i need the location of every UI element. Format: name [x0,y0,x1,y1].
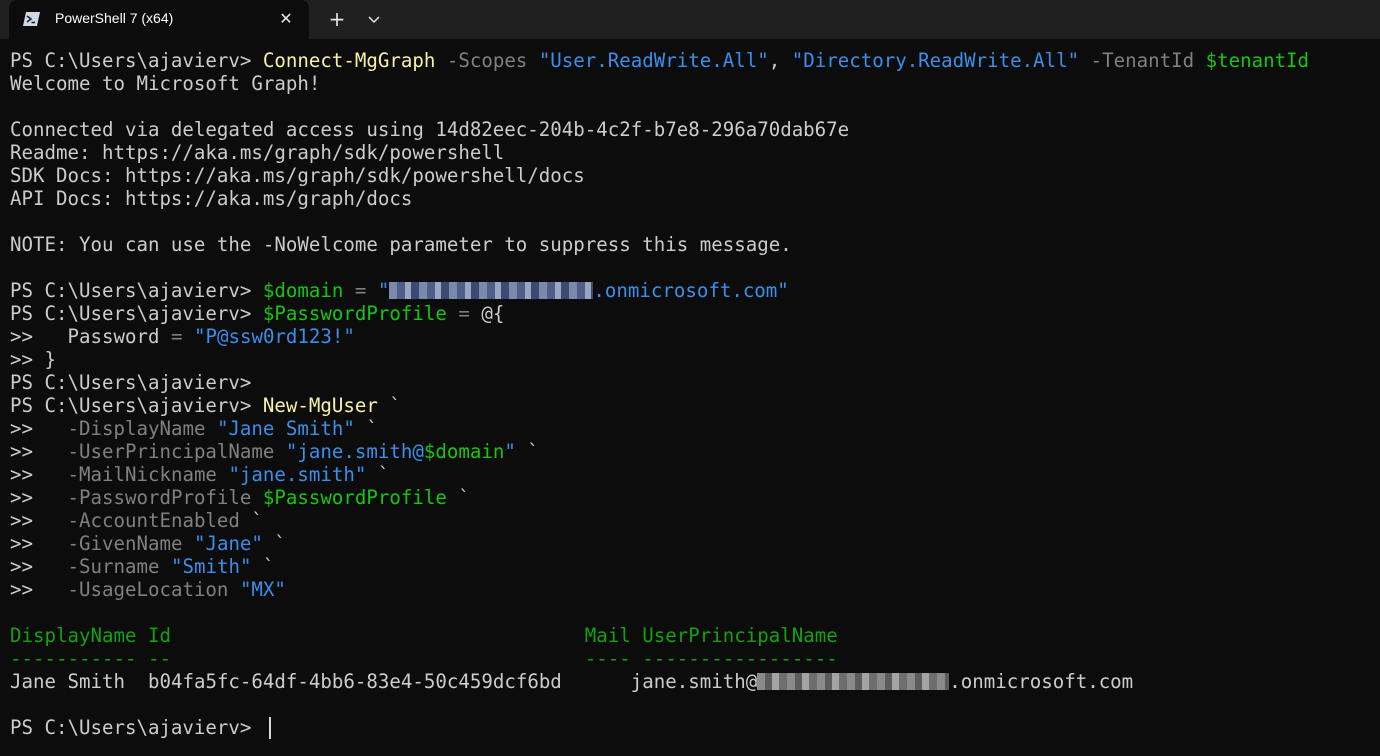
powershell-icon [23,12,40,26]
table-header: DisplayName Id Mail UserPrincipalName [10,624,838,647]
continuation-line: >> Password = "P@ssw0rd123!" [10,325,355,348]
command-line-connect: PS C:\Users\ajavierv> Connect-MgGraph -S… [10,49,1310,72]
command-line-new-user: PS C:\Users\ajavierv> New-MgUser ` [10,394,401,417]
command-line-domain: PS C:\Users\ajavierv> $domain = " .onmicr… [10,279,789,302]
prompt-line: PS C:\Users\ajavierv> [10,371,263,394]
table-header-rule: ----------- -- ---- ----------------- [10,647,838,670]
param-line-mail-nickname: >> -MailNickname "jane.smith" ` [10,463,390,486]
new-tab-button[interactable]: + [322,6,352,32]
output-line: SDK Docs: https://aka.ms/graph/sdk/power… [10,164,585,187]
redacted-domain [389,282,594,299]
param-line-given-name: >> -GivenName "Jane" ` [10,532,286,555]
output-line: NOTE: You can use the -NoWelcome paramet… [10,233,792,256]
active-prompt-line[interactable]: PS C:\Users\ajavierv> [10,716,1380,739]
param-line-surname: >> -Surname "Smith" ` [10,555,275,578]
output-line: Welcome to Microsoft Graph! [10,72,321,95]
table-row: Jane Smith b04fa5fc-64df-4bb6-83e4-50c45… [10,670,1134,693]
param-line-account-enabled: >> -AccountEnabled ` [10,509,263,532]
redacted-domain [757,673,950,690]
continuation-line: >> } [10,348,56,371]
param-line-display-name: >> -DisplayName "Jane Smith" ` [10,417,378,440]
terminal-console[interactable]: PS C:\Users\ajavierv> Connect-MgGraph -S… [10,49,1380,739]
chevron-down-icon[interactable] [360,6,388,32]
close-tab-icon[interactable]: ✕ [274,7,298,31]
output-line: API Docs: https://aka.ms/graph/docs [10,187,413,210]
param-line-upn: >> -UserPrincipalName "jane.smith@$domai… [10,440,539,463]
text-cursor [268,717,271,739]
param-line-usage-location: >> -UsageLocation "MX" [10,578,286,601]
tab-title: PowerShell 7 (x64) [55,10,174,26]
output-line: Connected via delegated access using 14d… [10,118,850,141]
tab-powershell[interactable]: PowerShell 7 (x64) ✕ [9,0,309,39]
param-line-password-profile: >> -PasswordProfile $PasswordProfile ` [10,486,470,509]
title-bar: PowerShell 7 (x64) ✕ + [0,0,1380,39]
command-line-password-profile: PS C:\Users\ajavierv> $PasswordProfile =… [10,302,505,325]
output-line: Readme: https://aka.ms/graph/sdk/powersh… [10,141,505,164]
